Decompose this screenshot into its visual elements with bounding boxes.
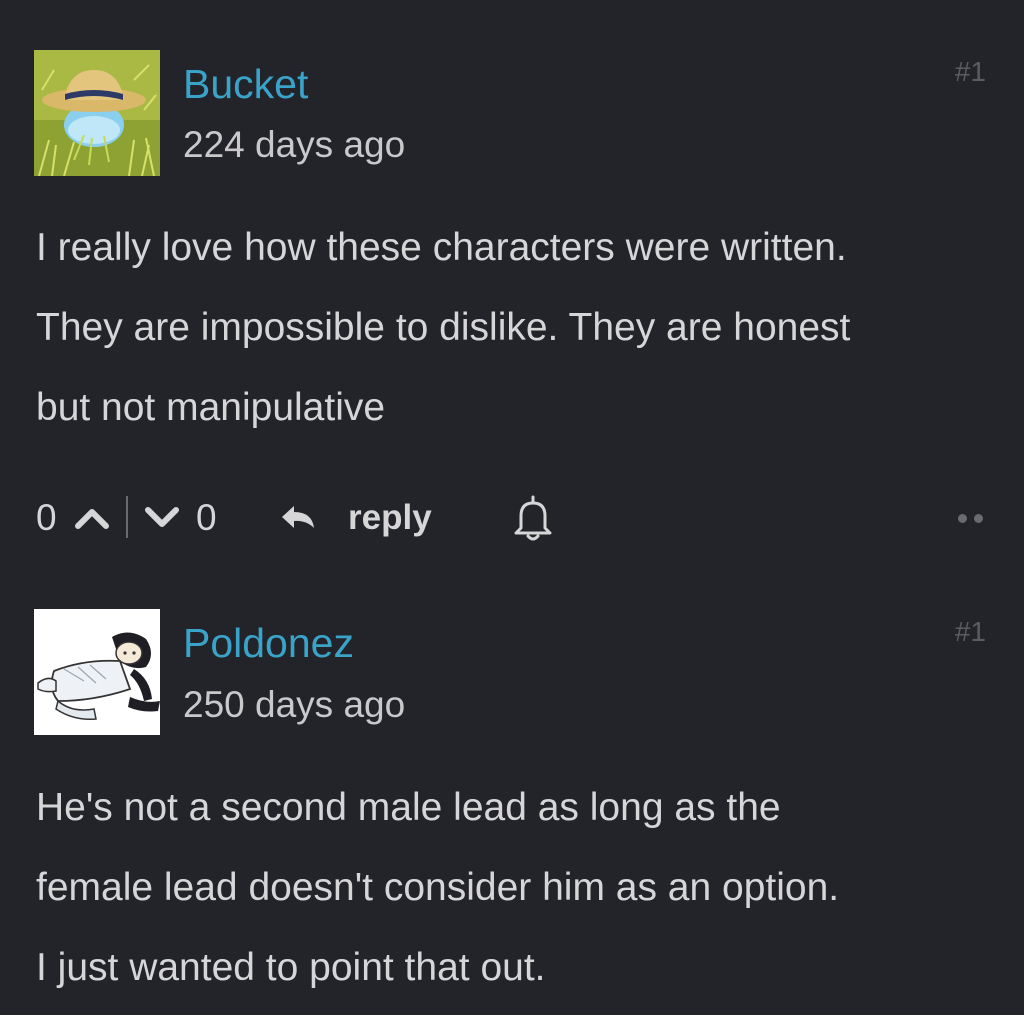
comment-body: I really love how these characters were … bbox=[36, 208, 996, 448]
comment-author[interactable]: Bucket bbox=[183, 64, 308, 105]
avatar[interactable] bbox=[34, 609, 160, 735]
comment-body-line: He's not a second male lead as long as t… bbox=[36, 786, 781, 829]
chevron-up-icon bbox=[75, 509, 109, 529]
comment-author[interactable]: Poldonez bbox=[183, 623, 354, 664]
comment-number[interactable]: #1 bbox=[955, 618, 986, 646]
comment-number[interactable]: #1 bbox=[955, 58, 986, 86]
more-options-button[interactable] bbox=[958, 514, 986, 524]
upvote-button[interactable] bbox=[70, 488, 114, 566]
notify-bell-button[interactable] bbox=[510, 488, 556, 566]
downvote-count: 0 bbox=[196, 497, 217, 538]
straw-hat-slime-avatar-icon bbox=[34, 50, 160, 176]
comment-body-line: I really love how these characters were … bbox=[36, 226, 847, 269]
reply-arrow-icon bbox=[282, 506, 314, 528]
reply-button[interactable]: reply bbox=[278, 488, 432, 548]
bell-icon bbox=[514, 495, 552, 541]
comment-body-line: but not manipulative bbox=[36, 386, 386, 429]
comment-timestamp: 224 days ago bbox=[183, 124, 406, 165]
comment-body-line: female lead doesn't consider him as an o… bbox=[36, 866, 840, 909]
lying-character-avatar-icon bbox=[34, 609, 160, 735]
comment-body-line: They are impossible to dislike. They are… bbox=[36, 306, 851, 349]
avatar[interactable] bbox=[34, 50, 160, 176]
comment-actions: 0 0 reply bbox=[36, 488, 996, 548]
dot-icon bbox=[958, 514, 967, 523]
vote-divider bbox=[126, 496, 128, 538]
reply-label: reply bbox=[348, 498, 432, 537]
comment-body-line: I just wanted to point that out. bbox=[36, 946, 546, 989]
dot-icon bbox=[974, 514, 983, 523]
comment-body: He's not a second male lead as long as t… bbox=[36, 768, 996, 1008]
downvote-button[interactable] bbox=[140, 488, 184, 566]
upvote-count: 0 bbox=[36, 497, 57, 538]
chevron-down-icon bbox=[145, 507, 179, 527]
comment-timestamp: 250 days ago bbox=[183, 684, 406, 725]
